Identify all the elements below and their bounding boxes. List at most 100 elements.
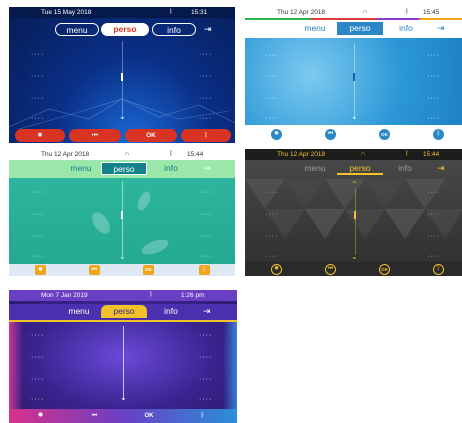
chevron-down-icon[interactable]: ⌄ bbox=[120, 394, 127, 402]
softkey-gear[interactable]: ✹ bbox=[271, 129, 282, 140]
softkey-bar: ✹ ⏮ OK ᛒ bbox=[9, 409, 237, 423]
line-key[interactable]: ···· bbox=[427, 253, 440, 260]
softkey-bluetooth[interactable]: ᛒ bbox=[199, 265, 210, 275]
tab-perso[interactable]: perso bbox=[337, 162, 383, 175]
tab-bar: menu perso info ⇥ bbox=[245, 20, 462, 38]
softkey-gear[interactable]: ✹ bbox=[35, 411, 46, 421]
line-key[interactable]: ···· bbox=[31, 376, 44, 383]
line-key[interactable]: ···· bbox=[427, 233, 440, 240]
exit-icon[interactable]: ⇥ bbox=[437, 22, 445, 35]
line-key[interactable]: ···· bbox=[427, 115, 440, 122]
tab-perso[interactable]: perso bbox=[101, 23, 149, 36]
softkey-skip[interactable]: ⏮ bbox=[325, 264, 336, 275]
scroll-thumb[interactable] bbox=[353, 73, 355, 81]
line-key[interactable]: ···· bbox=[199, 73, 212, 80]
tab-menu[interactable]: menu bbox=[61, 162, 101, 175]
line-key[interactable]: ···· bbox=[31, 354, 44, 361]
line-key[interactable]: ···· bbox=[265, 95, 278, 102]
softkey-gear[interactable]: ✹ bbox=[271, 264, 282, 275]
line-key[interactable]: ···· bbox=[199, 396, 212, 403]
media-skip-icon: ⏮ bbox=[327, 266, 334, 272]
bluetooth-icon: ᛒ bbox=[169, 9, 173, 15]
softkey-gear[interactable]: ✹ bbox=[15, 129, 65, 142]
status-time: 15:45 bbox=[423, 9, 440, 16]
softkey-skip[interactable]: ⏮ bbox=[69, 129, 121, 142]
line-key[interactable]: ···· bbox=[199, 354, 212, 361]
tab-perso[interactable]: perso bbox=[337, 22, 383, 35]
softkey-ok[interactable]: OK bbox=[125, 129, 177, 142]
exit-icon[interactable]: ⇥ bbox=[204, 23, 212, 36]
phone-screen-purple: Mon 7 Jan 2019 ᛒ 1:26 pm menu perso info… bbox=[9, 290, 237, 423]
bluetooth-icon: ᛒ bbox=[169, 151, 173, 157]
softkey-ok[interactable]: OK bbox=[379, 129, 390, 140]
softkey-bluetooth[interactable]: ᛒ bbox=[433, 129, 444, 140]
media-skip-icon: ⏮ bbox=[91, 267, 98, 273]
scroll-thumb[interactable] bbox=[121, 211, 123, 219]
softkey-gear[interactable]: ✹ bbox=[35, 265, 46, 275]
phone-screen-dark: Thu 12 Apr 2018 ∩ ᛒ 15:44 menu perso inf… bbox=[245, 149, 462, 276]
line-key[interactable]: ···· bbox=[265, 52, 278, 59]
bluetooth-icon: ᛒ bbox=[200, 412, 205, 419]
line-key[interactable]: ···· bbox=[427, 73, 440, 80]
tab-bar: menu perso info ⇥ bbox=[9, 304, 237, 322]
bluetooth-icon: ᛒ bbox=[405, 151, 409, 157]
softkey-skip[interactable]: ⏮ bbox=[89, 411, 100, 421]
tab-info[interactable]: info bbox=[151, 305, 191, 318]
tab-menu[interactable]: menu bbox=[55, 23, 99, 36]
line-key[interactable]: ···· bbox=[265, 233, 278, 240]
softkey-bar: ✹ ⏮ OK ᛒ bbox=[245, 262, 462, 276]
line-key[interactable]: ···· bbox=[427, 95, 440, 102]
softkey-skip[interactable]: ⏮ bbox=[89, 265, 100, 275]
chevron-down-icon[interactable]: ⌄ bbox=[119, 253, 126, 261]
softkey-ok[interactable]: OK bbox=[379, 264, 390, 275]
line-key[interactable]: ···· bbox=[31, 396, 44, 403]
line-key[interactable]: ···· bbox=[199, 51, 212, 58]
tab-menu[interactable]: menu bbox=[295, 162, 335, 175]
chevron-up-icon[interactable]: ⌃ bbox=[351, 181, 358, 189]
line-key[interactable]: ···· bbox=[427, 189, 440, 196]
line-key[interactable]: ···· bbox=[265, 115, 278, 122]
tab-perso[interactable]: perso bbox=[101, 162, 147, 175]
exit-icon[interactable]: ⇥ bbox=[203, 305, 211, 318]
softkey-bluetooth[interactable]: ᛒ bbox=[181, 129, 231, 142]
softkey-bar: ✹ ⏮ OK ᛒ bbox=[245, 125, 462, 143]
status-date: Thu 12 Apr 2018 bbox=[277, 9, 326, 16]
chevron-down-icon[interactable]: ⌄ bbox=[351, 113, 358, 121]
line-key[interactable]: ···· bbox=[427, 211, 440, 218]
tab-perso[interactable]: perso bbox=[101, 305, 147, 318]
line-key[interactable]: ···· bbox=[31, 332, 44, 339]
line-key[interactable]: ···· bbox=[199, 332, 212, 339]
tab-menu[interactable]: menu bbox=[293, 22, 337, 35]
softkey-bluetooth[interactable]: ᛒ bbox=[197, 411, 208, 421]
line-key[interactable]: ···· bbox=[265, 73, 278, 80]
line-key[interactable]: ···· bbox=[31, 51, 44, 58]
scroll-thumb[interactable] bbox=[121, 73, 123, 81]
tab-info[interactable]: info bbox=[385, 22, 427, 35]
line-key[interactable]: ···· bbox=[265, 253, 278, 260]
tab-bar: menu perso info ⇥ bbox=[9, 160, 235, 178]
chevron-down-icon[interactable]: ⌄ bbox=[351, 253, 358, 261]
softkey-skip[interactable]: ⏮ bbox=[325, 129, 336, 140]
softkey-bluetooth[interactable]: ᛒ bbox=[433, 264, 444, 275]
line-key[interactable]: ···· bbox=[265, 189, 278, 196]
network-graphic bbox=[9, 98, 235, 129]
tab-info[interactable]: info bbox=[151, 162, 191, 175]
tab-info[interactable]: info bbox=[152, 23, 196, 36]
gear-icon: ✹ bbox=[273, 131, 280, 137]
status-bar: Thu 12 Apr 2018 ∩ ᛒ 15:45 bbox=[245, 7, 462, 18]
line-key[interactable]: ···· bbox=[427, 52, 440, 59]
tab-info[interactable]: info bbox=[385, 162, 425, 175]
bluetooth-icon: ᛒ bbox=[202, 267, 207, 273]
tab-menu[interactable]: menu bbox=[59, 305, 99, 318]
line-key[interactable]: ···· bbox=[31, 73, 44, 80]
softkey-ok[interactable]: OK bbox=[141, 411, 157, 421]
scroll-thumb[interactable] bbox=[354, 211, 356, 219]
line-key[interactable]: ···· bbox=[199, 376, 212, 383]
softkey-ok[interactable]: OK bbox=[143, 265, 154, 275]
exit-icon[interactable]: ⇥ bbox=[203, 162, 211, 175]
scroll-track bbox=[355, 189, 356, 255]
line-key[interactable]: ···· bbox=[265, 211, 278, 218]
exit-icon[interactable]: ⇥ bbox=[437, 162, 445, 175]
phone-screen-blue: Tue 15 May 2018 ᛒ 15:31 menu perso info … bbox=[9, 7, 235, 143]
status-time: 15:44 bbox=[423, 151, 440, 158]
